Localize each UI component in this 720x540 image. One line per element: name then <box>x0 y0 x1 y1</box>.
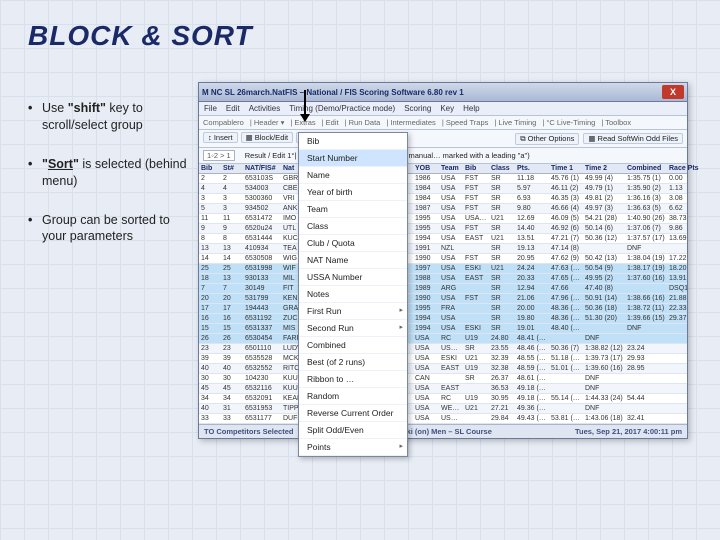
table-row[interactable]: 26266530454FARROW, Tanner1995USARCU1924.… <box>199 334 687 344</box>
sort-menu-item[interactable]: Reverse Current Order <box>299 405 407 422</box>
table-row[interactable]: 1717194443GRA1995FRASR20.0048.36 (14)50.… <box>199 304 687 314</box>
table-row[interactable]: 1313410934TEA1991NZLSR19.1347.14 (8)DNF <box>199 244 687 254</box>
sort-menu-item[interactable]: Random <box>299 388 407 405</box>
toolbar-item[interactable]: Compablero <box>203 118 244 127</box>
column-header[interactable]: Team <box>439 164 463 173</box>
menu-help[interactable]: Help <box>463 104 479 113</box>
sort-menu-item[interactable]: Year of birth <box>299 184 407 201</box>
sort-menu-item[interactable]: USSA Number <box>299 269 407 286</box>
table-row[interactable]: 33336531177DUFFY, Drew1995USAUSFST29.844… <box>199 414 687 424</box>
sort-menu-item[interactable]: Combined <box>299 337 407 354</box>
toolbar-item[interactable]: | Speed Traps <box>442 118 489 127</box>
column-header[interactable]: Race Pts <box>667 164 705 173</box>
window-title: M NC SL 26march.NatFIS – National / FIS … <box>202 88 464 97</box>
table-row[interactable]: 40316531953TIPPY, George1997USAWESTU2127… <box>199 404 687 414</box>
read-softwin-button[interactable]: ▦ Read SoftWin Odd Files <box>583 133 683 144</box>
toolbar-item[interactable]: | Live Timing <box>494 118 536 127</box>
column-header[interactable]: Bib <box>199 164 221 173</box>
toolbar-item[interactable]: | Run Data <box>345 118 381 127</box>
table-row[interactable]: 14146530508WIG1990USAFSTSR20.9547.62 (9)… <box>199 254 687 264</box>
run-selector[interactable]: 1◦2 > 1 <box>203 150 235 161</box>
sort-menu-item[interactable]: Split Odd/Even <box>299 422 407 439</box>
sort-menu-item[interactable]: Notes <box>299 286 407 303</box>
menu-key[interactable]: Key <box>440 104 454 113</box>
menu-file[interactable]: File <box>204 104 217 113</box>
bullet-sort: "Sort" is selected (behind menu) <box>28 156 188 190</box>
column-header[interactable]: Bib <box>463 164 489 173</box>
sort-menu-item[interactable]: Second Run <box>299 320 407 337</box>
close-icon[interactable]: X <box>662 85 684 99</box>
table-row[interactable]: 44534003CBE1984USAFSTSR5.9746.11 (2)49.7… <box>199 184 687 194</box>
menu-scoring[interactable]: Scoring <box>404 104 431 113</box>
sort-menu-item[interactable]: Class <box>299 218 407 235</box>
menu-activities[interactable]: Activities <box>249 104 281 113</box>
toolbar-item[interactable]: | Toolbox <box>601 118 631 127</box>
table-row[interactable]: 996520u24UTL1995USAFSTSR14.4046.92 (6)50… <box>199 224 687 234</box>
sort-dropdown-menu: BibStart NumberNameYear of birthTeamClas… <box>298 132 408 457</box>
table-row[interactable]: 3030104230KUUS, Karl1995CANSR26.3748.61 … <box>199 374 687 384</box>
column-header[interactable]: YOB <box>413 164 439 173</box>
column-header[interactable]: Combined <box>625 164 667 173</box>
titlebar: M NC SL 26march.NatFIS – National / FIS … <box>199 83 687 102</box>
table-row[interactable]: 23236501110LUDVIK, Alex1996USAUSAUWSR23.… <box>199 344 687 354</box>
sort-menu-item[interactable]: Bib <box>299 133 407 150</box>
sort-menu-item[interactable]: Start Number <box>299 150 407 167</box>
column-header[interactable]: Class <box>489 164 515 173</box>
table-row[interactable]: 25256531998WIF1997USAESKIU2124.2447.63 (… <box>199 264 687 274</box>
sort-menu-item[interactable]: Club / Quota <box>299 235 407 252</box>
toolbar-item[interactable]: | °C Live-Timing <box>542 118 595 127</box>
table-row[interactable]: 16166531192ZUC1994USASR19.8048.36 (15)51… <box>199 314 687 324</box>
table-row[interactable]: 34346532091KEANE, Jack1998USARCU1930.954… <box>199 394 687 404</box>
sort-menu-item[interactable]: First Run <box>299 303 407 320</box>
status-left: TO Competitors Selected <box>204 427 293 436</box>
toolbar-item[interactable]: | Edit <box>322 118 339 127</box>
column-header[interactable]: Pts. <box>515 164 549 173</box>
sort-menu-item[interactable]: Best (of 2 runs) <box>299 354 407 371</box>
table-row[interactable]: 40406532552RITCHIE, Benjamin2000USAEASTU… <box>199 364 687 374</box>
table-row[interactable]: 2020531799KEN1990USAFSTSR21.0647.96 (12)… <box>199 294 687 304</box>
sort-menu-item[interactable]: Points <box>299 439 407 456</box>
status-right: Tues, Sep 21, 2017 4:00:11 pm <box>575 427 682 436</box>
page-title: BLOCK & SORT <box>28 20 692 52</box>
toolbar-item[interactable]: | Extras <box>290 118 315 127</box>
bullet-shift: Use "shift" key to scroll/select group <box>28 100 188 134</box>
column-header[interactable]: NAT/FIS# <box>243 164 281 173</box>
toolbar-item[interactable]: | Intermediates <box>386 118 435 127</box>
column-header[interactable]: St# <box>221 164 243 173</box>
toolbar-button[interactable]: ▦ Block/Edit <box>241 132 294 143</box>
sort-menu-item[interactable]: Team <box>299 201 407 218</box>
table-row[interactable]: 1813930133MIL1988USAEASTSR20.3347.65 (11… <box>199 274 687 284</box>
column-header[interactable]: Time 1 <box>549 164 583 173</box>
sort-menu-item[interactable]: Name <box>299 167 407 184</box>
table-row[interactable]: 39396535528MCKEE, Sam1994USAESKIU2132.39… <box>199 354 687 364</box>
sort-menu-item[interactable]: Ribbon to … <box>299 371 407 388</box>
menu-edit[interactable]: Edit <box>226 104 240 113</box>
menu-timing[interactable]: Timing (Demo/Practice mode) <box>289 104 395 113</box>
table-row[interactable]: 335300360VRI1984USAFSTSR6.9346.35 (3)49.… <box>199 194 687 204</box>
instruction-list: Use "shift" key to scroll/select group "… <box>28 82 188 439</box>
toolbar-item[interactable]: | Header ▾ <box>250 118 284 127</box>
table-row[interactable]: 53934502ANK1987USAFSTSR9.8046.66 (4)49.9… <box>199 204 687 214</box>
bullet-group: Group can be sorted to your parameters <box>28 212 188 246</box>
app-window: M NC SL 26march.NatFIS – National / FIS … <box>198 82 688 439</box>
table-row[interactable]: 886531444KUC1994USAEASTU2113.5147.21 (7)… <box>199 234 687 244</box>
table-row[interactable]: 45456532116KUUPER, Jimmy1996USAEAST36.53… <box>199 384 687 394</box>
table-row[interactable]: 22653103SGBR1986USAFSTSR11.1845.76 (1)49… <box>199 174 687 184</box>
table-row[interactable]: 7730149FIT1989ARGSR12.9447.6647.40 (8)DS… <box>199 284 687 294</box>
table-row[interactable]: 11116531472IMO1995USAUSAUWU2112.6946.09 … <box>199 214 687 224</box>
table-row[interactable]: 15156531337MIS1994USAESKISR19.0148.40 (1… <box>199 324 687 334</box>
toolbar-button[interactable]: ↕ Insert <box>203 132 238 143</box>
sort-menu-item[interactable]: NAT Name <box>299 252 407 269</box>
other-options-button[interactable]: ⧉ Other Options <box>515 133 579 145</box>
column-header[interactable]: Time 2 <box>583 164 625 173</box>
